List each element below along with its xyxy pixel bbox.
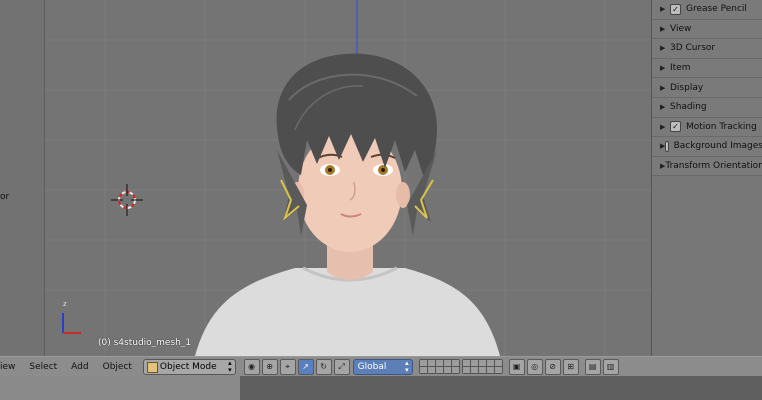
proportional-edit-icon[interactable]: ◎: [526, 358, 543, 375]
panel-label: 3D Cursor: [670, 43, 716, 54]
expand-triangle-icon[interactable]: ▶: [660, 103, 670, 111]
panel-label: Motion Tracking: [686, 121, 757, 132]
lock-camera-icon[interactable]: ▣: [508, 358, 525, 375]
transform-orientation-dropdown[interactable]: Global ▴ ▾: [352, 358, 413, 375]
pivot-icon[interactable]: ⊕: [261, 358, 278, 375]
motion-tracking-checkbox[interactable]: ✓: [670, 121, 681, 133]
render-animation-icon[interactable]: ▥: [602, 358, 619, 375]
panel-motion-tracking[interactable]: ▶ ✓ Motion Tracking: [652, 117, 762, 138]
viewport-header: iew Select Add Object Object Mode ▴ ▾ ◉ ⊕…: [0, 356, 762, 377]
expand-triangle-icon[interactable]: ▶: [660, 25, 670, 33]
properties-panel[interactable]: ▶ ✓ Grease Pencil ▶ View ▶ 3D Cursor ▶ I…: [651, 0, 762, 356]
panel-label: Background Images: [673, 141, 762, 152]
3d-cursor: [111, 184, 143, 216]
updown-arrows-icon: ▴ ▾: [228, 358, 232, 374]
axis-gizmo: [62, 313, 81, 334]
3d-viewport[interactable]: z (0) s4studio_mesh_1: [45, 0, 651, 356]
panel-display[interactable]: ▶ Display: [652, 78, 762, 98]
render-icon[interactable]: ▤: [584, 358, 601, 375]
viewport-shading-icon[interactable]: ◉: [243, 358, 260, 375]
panel-label: Grease Pencil: [686, 4, 747, 15]
panel-label: Transform Orientations: [665, 161, 762, 172]
translate-manipulator-icon[interactable]: ↗: [297, 358, 314, 375]
panel-background-images[interactable]: ▶ Background Images: [652, 137, 762, 157]
layer-block-2[interactable]: [461, 359, 503, 374]
panel-transform-orientations[interactable]: ▶ Transform Orientations: [652, 156, 762, 177]
layer-block-1[interactable]: [418, 359, 460, 374]
timeline-area[interactable]: [0, 376, 762, 400]
panel-3d-cursor[interactable]: ▶ 3D Cursor: [652, 39, 762, 59]
mode-dropdown[interactable]: Object Mode ▴ ▾: [142, 358, 236, 375]
panel-label: Display: [670, 82, 704, 93]
scale-manipulator-icon[interactable]: ⤢: [333, 358, 350, 375]
menu-add[interactable]: Add: [64, 362, 95, 372]
snap-icon[interactable]: ⊘: [544, 358, 561, 375]
tool-shelf[interactable]: or: [0, 0, 45, 356]
menu-view[interactable]: iew: [0, 362, 22, 372]
tool-shelf-label: or: [0, 192, 10, 202]
expand-triangle-icon[interactable]: ▶: [660, 44, 670, 52]
panel-view[interactable]: ▶ View: [652, 19, 762, 40]
background-images-checkbox[interactable]: [665, 140, 669, 152]
panel-label: View: [670, 23, 692, 34]
panel-shading[interactable]: ▶ Shading: [652, 97, 762, 118]
expand-triangle-icon[interactable]: ▶: [660, 123, 670, 131]
grease-pencil-checkbox[interactable]: ✓: [670, 3, 681, 15]
menu-select[interactable]: Select: [22, 362, 64, 372]
layer-buttons[interactable]: [417, 359, 503, 374]
expand-triangle-icon[interactable]: ▶: [660, 5, 670, 13]
object-mode-icon: [146, 361, 158, 373]
mode-label: Object Mode: [159, 361, 217, 372]
timeline-left-region: [0, 376, 240, 400]
expand-triangle-icon[interactable]: ▶: [660, 84, 670, 92]
rotate-manipulator-icon[interactable]: ↻: [315, 358, 332, 375]
manipulator-toggle-icon[interactable]: ⌖: [279, 358, 296, 375]
gizmo-z-label: z: [63, 300, 67, 308]
snap-element-icon[interactable]: ⊞: [562, 358, 579, 375]
panel-label: Shading: [670, 102, 707, 113]
expand-triangle-icon[interactable]: ▶: [660, 64, 670, 72]
orientation-label: Global: [357, 361, 387, 372]
panel-item[interactable]: ▶ Item: [652, 58, 762, 79]
updown-arrows-icon: ▴ ▾: [405, 358, 409, 374]
menu-object[interactable]: Object: [96, 362, 139, 372]
active-object-label: (0) s4studio_mesh_1: [98, 338, 192, 348]
viewport-scene: [45, 0, 651, 356]
panel-label: Item: [670, 63, 691, 74]
panel-grease-pencil[interactable]: ▶ ✓ Grease Pencil: [652, 0, 762, 20]
